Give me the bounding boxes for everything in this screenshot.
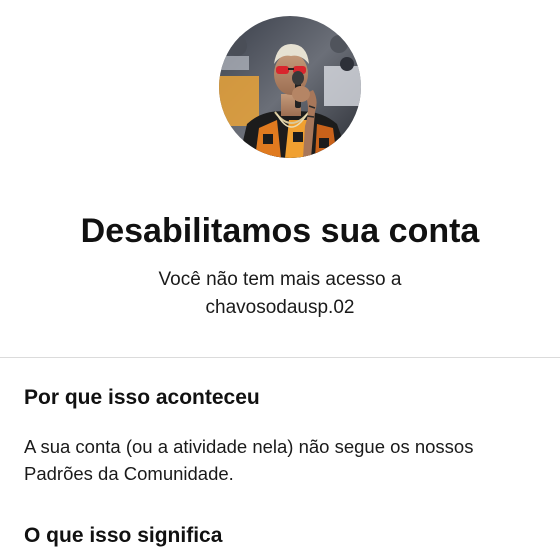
avatar bbox=[219, 16, 361, 158]
reason-heading: Por que isso aconteceu bbox=[24, 386, 260, 409]
reason-body: A sua conta (ou a atividade nela) não se… bbox=[24, 433, 554, 487]
profile-photo-icon bbox=[219, 16, 361, 158]
reason-body-line-1: A sua conta (ou a atividade nela) não se… bbox=[24, 436, 474, 457]
reason-body-line-2: Padrões da Comunidade. bbox=[24, 463, 234, 484]
divider bbox=[0, 357, 560, 358]
page-title: Desabilitamos sua conta bbox=[80, 212, 480, 250]
subtitle-line-1: Você não tem mais acesso a bbox=[158, 269, 402, 290]
username-label: chavosodausp.02 bbox=[205, 297, 355, 318]
account-access-message: Você não tem mais acesso a chavosodausp.… bbox=[0, 266, 560, 322]
disabled-account-screen: Desabilitamos sua conta Você não tem mai… bbox=[0, 0, 560, 560]
meaning-heading: O que isso significa bbox=[24, 524, 223, 547]
